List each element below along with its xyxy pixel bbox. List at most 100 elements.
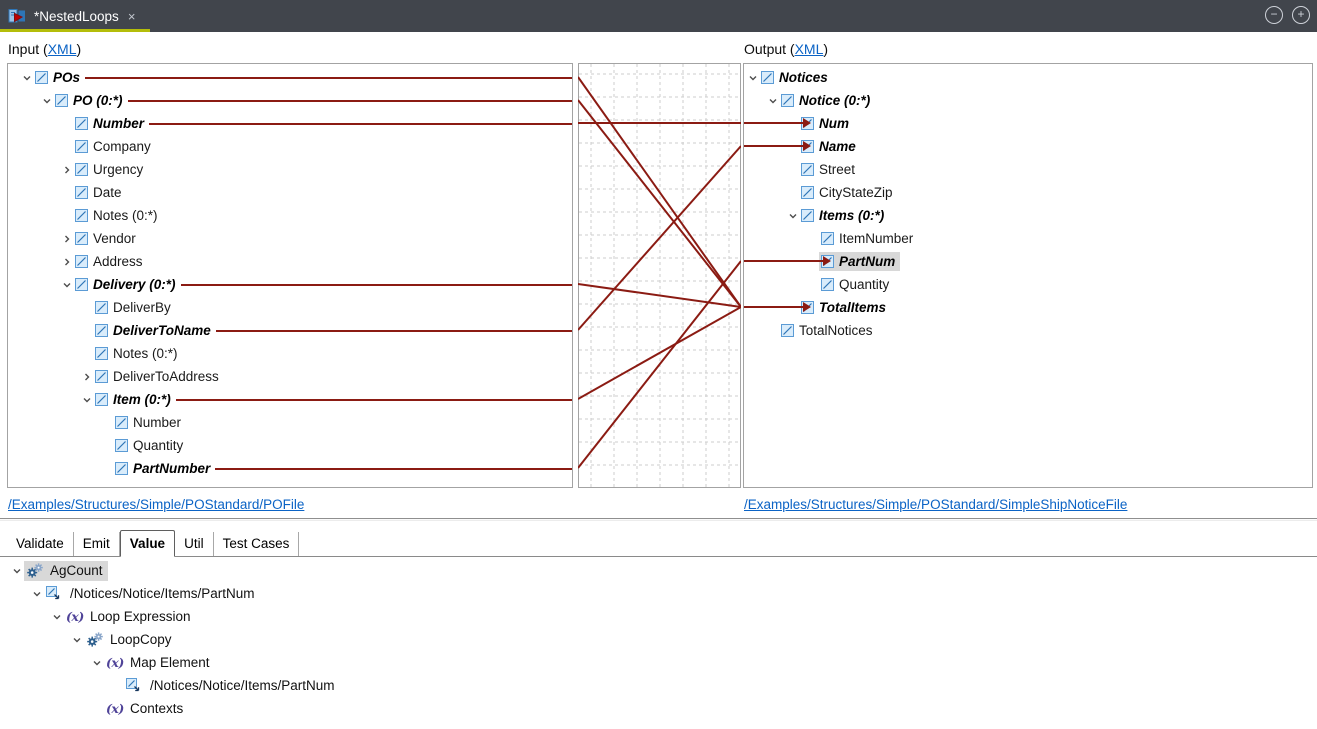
tree-item[interactable]: (x)Contexts <box>0 697 1317 720</box>
tree-item[interactable]: PO (0:*) <box>8 89 572 112</box>
tree-item-label: Company <box>93 139 151 154</box>
zoom-out-button[interactable]: − <box>1265 6 1283 24</box>
tree-item[interactable]: CityStateZip <box>744 181 1312 204</box>
tree-item-label: Street <box>819 162 855 177</box>
tree-item[interactable]: Street <box>744 158 1312 181</box>
tree-item[interactable]: ItemNumber <box>744 227 1312 250</box>
chevron-down-icon[interactable] <box>22 73 32 83</box>
tree-item[interactable]: Notices <box>744 66 1312 89</box>
tree-item[interactable]: Company <box>8 135 572 158</box>
tree-item[interactable]: Notes (0:*) <box>8 204 572 227</box>
tree-item[interactable]: LoopCopy <box>0 628 1317 651</box>
zoom-in-button[interactable]: + <box>1292 6 1310 24</box>
mapping-line-stub <box>181 284 572 286</box>
tree-item[interactable]: Name <box>744 135 1312 158</box>
tree-item[interactable]: AgCount <box>0 559 1317 582</box>
tree-item[interactable]: (x)Loop Expression <box>0 605 1317 628</box>
element-icon <box>75 117 88 130</box>
document-tab[interactable]: *NestedLoops × <box>0 0 150 32</box>
tree-item-label: AgCount <box>50 563 103 578</box>
tree-item[interactable]: Urgency <box>8 158 572 181</box>
chevron-down-icon[interactable] <box>32 589 42 599</box>
input-schema-file-link[interactable]: /Examples/Structures/Simple/POStandard/P… <box>8 497 304 512</box>
tree-item[interactable]: Number <box>8 411 572 434</box>
chevron-down-icon[interactable] <box>52 612 62 622</box>
chevron-down-icon[interactable] <box>62 280 72 290</box>
tab-value[interactable]: Value <box>120 530 175 557</box>
selected-tree-item-highlight: PartNum <box>819 252 900 271</box>
tab-test-cases[interactable]: Test Cases <box>214 532 300 556</box>
bottom-tabstrip: ValidateEmitValueUtilTest Cases <box>0 530 1317 557</box>
tree-item[interactable]: /Notices/Notice/Items/PartNum <box>0 674 1317 697</box>
element-icon <box>95 370 108 383</box>
tab-validate[interactable]: Validate <box>7 532 74 556</box>
tree-item[interactable]: PartNum <box>744 250 1312 273</box>
chevron-right-icon[interactable] <box>62 257 72 267</box>
output-pane-header: Output (XML) <box>744 41 828 57</box>
element-icon <box>781 94 794 107</box>
tree-item[interactable]: DeliverToName <box>8 319 572 342</box>
horizontal-splitter[interactable] <box>0 518 1317 521</box>
tree-item[interactable]: Number <box>8 112 572 135</box>
tree-item-label: Loop Expression <box>90 609 191 624</box>
tree-item-label: TotalNotices <box>799 323 873 338</box>
chevron-down-icon[interactable] <box>92 658 102 668</box>
tree-item[interactable]: TotalNotices <box>744 319 1312 342</box>
input-header-text: Input ( <box>8 41 48 57</box>
tree-item-label: Item (0:*) <box>113 392 171 407</box>
element-icon <box>95 324 108 337</box>
chevron-down-icon[interactable] <box>748 73 758 83</box>
chevron-right-icon[interactable] <box>62 234 72 244</box>
tree-item[interactable]: DeliverToAddress <box>8 365 572 388</box>
tree-item[interactable]: Quantity <box>8 434 572 457</box>
tree-item[interactable]: Delivery (0:*) <box>8 273 572 296</box>
chevron-right-icon[interactable] <box>82 372 92 382</box>
tree-item[interactable]: Num <box>744 112 1312 135</box>
input-xml-link[interactable]: XML <box>48 41 77 57</box>
chevron-right-icon[interactable] <box>62 165 72 175</box>
tree-item-label: Date <box>93 185 122 200</box>
tree-item[interactable]: Vendor <box>8 227 572 250</box>
tree-item[interactable]: Notice (0:*) <box>744 89 1312 112</box>
tree-item-label: DeliverBy <box>113 300 171 315</box>
element-icon <box>75 186 88 199</box>
chevron-down-icon[interactable] <box>82 395 92 405</box>
tree-item-label: POs <box>53 70 80 85</box>
tree-item[interactable]: PartNumber <box>8 457 572 480</box>
tree-item[interactable]: TotalItems <box>744 296 1312 319</box>
mapping-line-stub <box>128 100 572 102</box>
tree-item-label: PartNum <box>839 254 895 269</box>
chevron-down-icon[interactable] <box>12 566 22 576</box>
tree-item[interactable]: Items (0:*) <box>744 204 1312 227</box>
element-reference-icon <box>46 586 61 601</box>
chevron-down-icon[interactable] <box>42 96 52 106</box>
tree-item[interactable]: POs <box>8 66 572 89</box>
tree-item[interactable]: /Notices/Notice/Items/PartNum <box>0 582 1317 605</box>
mapping-arrow <box>744 122 803 124</box>
tree-item[interactable]: Notes (0:*) <box>8 342 572 365</box>
output-xml-link[interactable]: XML <box>795 41 824 57</box>
element-icon <box>821 232 834 245</box>
tab-close-icon[interactable]: × <box>128 9 136 24</box>
tree-item[interactable]: Address <box>8 250 572 273</box>
chevron-down-icon[interactable] <box>72 635 82 645</box>
tree-item[interactable]: Date <box>8 181 572 204</box>
element-icon <box>95 347 108 360</box>
tree-item[interactable]: (x)Map Element <box>0 651 1317 674</box>
map-editor-window: *NestedLoops × − + Input (XML) Output (X… <box>0 0 1317 729</box>
tree-item[interactable]: Quantity <box>744 273 1312 296</box>
mapping-line-stub <box>176 399 572 401</box>
tree-item[interactable]: DeliverBy <box>8 296 572 319</box>
output-schema-file-link[interactable]: /Examples/Structures/Simple/POStandard/S… <box>744 497 1127 512</box>
chevron-down-icon[interactable] <box>788 211 798 221</box>
tree-item-label: Notes (0:*) <box>113 346 178 361</box>
tree-item[interactable]: Item (0:*) <box>8 388 572 411</box>
tree-item-label: Urgency <box>93 162 143 177</box>
tab-util[interactable]: Util <box>175 532 214 556</box>
mapping-arrow <box>744 306 803 308</box>
tree-item-label: Delivery (0:*) <box>93 277 176 292</box>
chevron-down-icon[interactable] <box>768 96 778 106</box>
function-gears-icon <box>86 632 104 648</box>
element-icon <box>821 278 834 291</box>
tab-emit[interactable]: Emit <box>74 532 120 556</box>
